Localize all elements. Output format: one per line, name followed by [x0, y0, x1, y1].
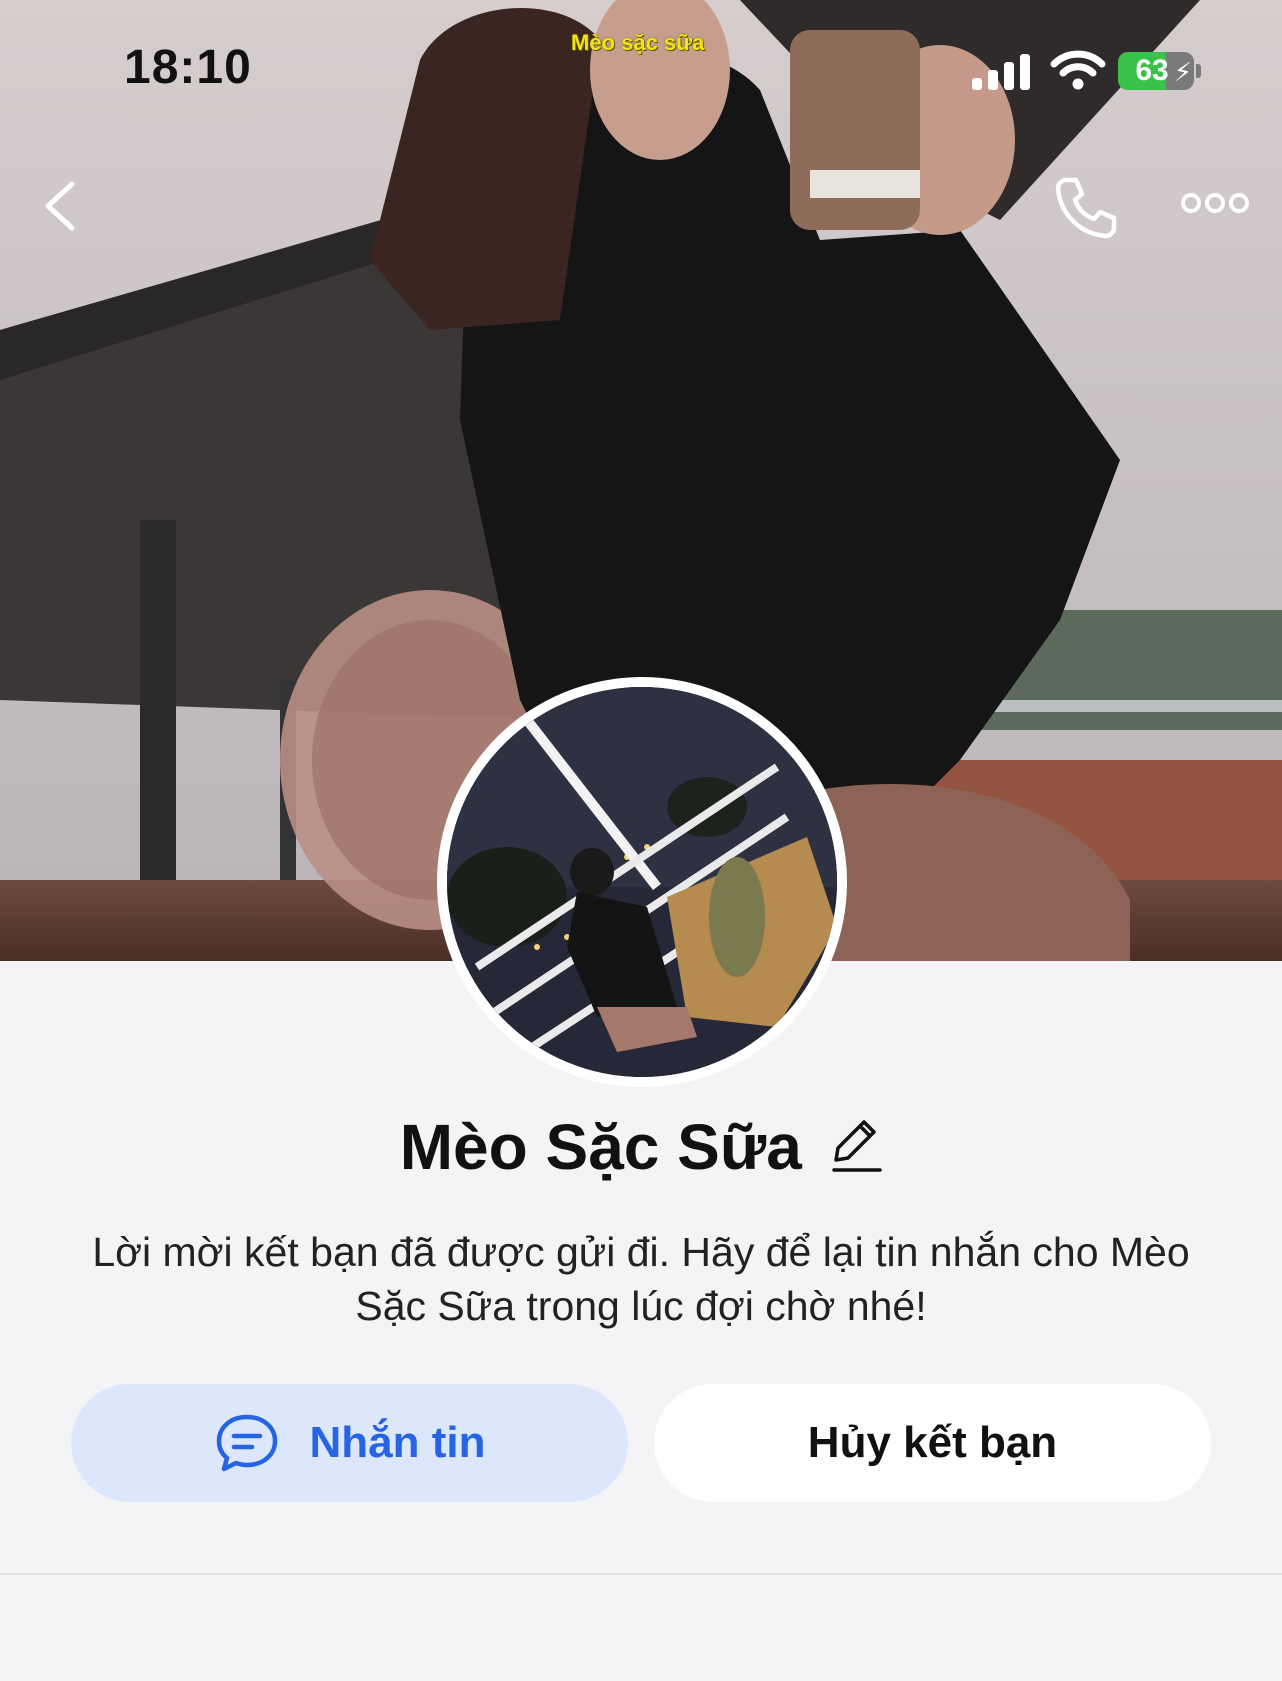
more-dots-icon [1181, 193, 1249, 213]
message-button-label: Nhắn tin [309, 1418, 486, 1467]
more-options-button[interactable] [1180, 188, 1250, 218]
message-button[interactable]: Nhắn tin [71, 1384, 628, 1502]
chat-bubble-icon [214, 1412, 280, 1474]
wifi-icon [1050, 50, 1106, 90]
charging-bolt-icon: ⚡ [1173, 57, 1192, 87]
section-divider [0, 1573, 1282, 1575]
signal-icon [972, 54, 1030, 90]
unfriend-button[interactable]: Hủy kết bạn [654, 1384, 1211, 1502]
profile-name-row: Mèo Sặc Sữa [0, 1110, 1282, 1184]
avatar-photo [447, 687, 837, 1077]
phone-icon [1055, 177, 1117, 239]
back-button[interactable] [36, 176, 86, 236]
call-button[interactable] [1052, 174, 1118, 240]
battery-icon: 63 ⚡ [1118, 52, 1194, 90]
status-time: 18:10 [124, 41, 252, 94]
battery-nub [1196, 64, 1201, 78]
friend-request-message: Lời mời kết bạn đã được gửi đi. Hãy để l… [92, 1229, 1190, 1329]
unfriend-button-label: Hủy kết bạn [807, 1418, 1058, 1467]
avatar-illustration [447, 687, 837, 1077]
status-center-label: Mèo sặc sữa [571, 30, 705, 55]
avatar[interactable] [437, 677, 847, 1087]
profile-name: Mèo Sặc Sữa [399, 1111, 802, 1183]
pencil-icon[interactable] [830, 1114, 882, 1181]
back-chevron-icon [45, 181, 75, 231]
